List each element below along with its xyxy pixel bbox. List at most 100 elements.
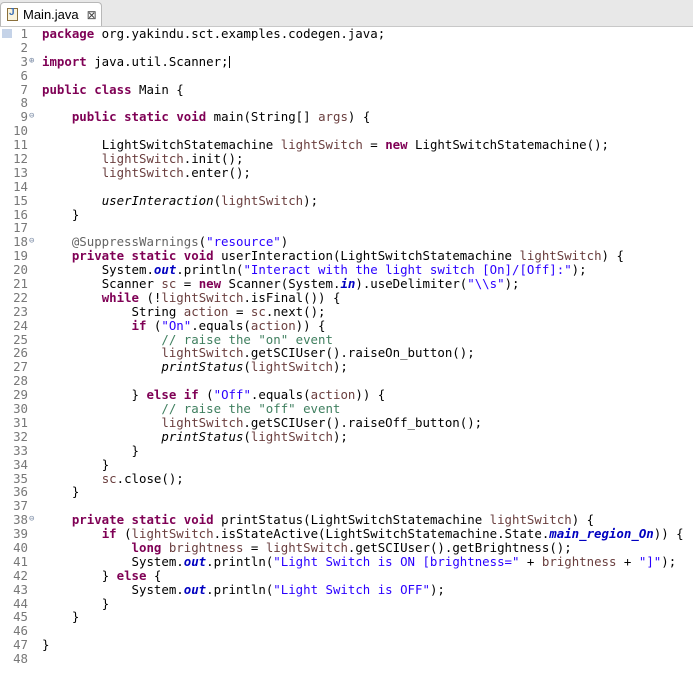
line-number: 24 [13,317,28,333]
code-text: } [71,484,80,500]
code-text: )) { [355,387,386,403]
string-literal: "\\s" [467,276,505,292]
line-number: 42 [13,567,28,583]
code-text: org.yakindu.sct.examples.codegen.java; [94,26,386,41]
code-line: 12 lightSwitch.init(); [0,152,693,166]
code-text: ( [213,192,222,208]
code-line: 35 sc.close(); [0,471,693,486]
code-text: = [228,303,251,319]
keyword: new [198,276,222,292]
code-text: ( [146,317,162,333]
code-text: String [131,303,184,319]
line-number: 26 [13,345,28,361]
variable: action [250,317,296,333]
variable: action [310,387,356,403]
keyword: else [116,567,147,583]
code-line: 44 } [0,595,693,611]
fold-expand-icon[interactable]: ⊕ [29,55,39,69]
fold-collapse-icon[interactable]: ⊖ [29,513,39,527]
code-text: } [131,387,147,403]
line-number: 44 [13,595,28,611]
code-line: 16 } [0,207,693,222]
code-line: 31 lightSwitch.getSCIUser().raiseOff_but… [0,414,693,430]
fold-collapse-icon[interactable]: ⊖ [29,235,39,249]
code-text: ); [571,262,587,278]
code-text: .init(); [183,151,244,167]
keyword: void [183,512,214,528]
keyword: if [101,526,117,542]
string-literal: "Interact with the light switch [On]/[Of… [243,262,572,278]
code-line: 10 [0,124,693,138]
line-number: 31 [13,414,28,430]
code-text: + [519,553,542,569]
comment: // raise the "on" event [161,331,333,347]
tab-main-java[interactable]: Main.java ⊠ [0,2,102,26]
code-area[interactable]: 1 package org.yakindu.sct.examples.codeg… [0,27,693,666]
method-call: userInteraction [101,192,214,208]
code-line: 13 lightSwitch.enter(); [0,165,693,180]
code-line: 2 [0,40,693,55]
code-line: 23 String action = sc.next(); [0,303,693,319]
code-text: = [176,276,199,292]
variable: lightSwitch [519,248,602,264]
keyword: private [71,248,125,264]
code-text: ); [429,581,445,597]
line-number: 8 [20,95,28,111]
line-number: 21 [13,276,28,292]
string-literal: "resource" [206,234,281,250]
code-text: .equals( [191,317,251,333]
variable: lightSwitch [161,414,244,430]
variable: lightSwitch [221,192,304,208]
line-number: 27 [13,359,28,375]
code-text: )) { [653,526,684,542]
code-text: .getSCIUser().raiseOn_button(); [243,345,475,361]
code-editor[interactable]: Main.java ⊠ 1 package org.yakindu.sct.ex… [0,0,693,672]
close-icon[interactable]: ⊠ [87,8,97,22]
code-line: 32 printStatus(lightSwitch); [0,429,693,444]
line-number: 40 [13,539,28,555]
line-number: 6 [20,67,28,83]
code-text: System. [101,262,154,278]
code-line: 15 userInteraction(lightSwitch); [0,192,693,208]
keyword: package [42,26,95,41]
keyword: private [71,512,125,528]
variable: sc [161,276,177,292]
code-line: 48 [0,652,693,666]
keyword: static [131,512,177,528]
line-number: 43 [13,581,28,597]
code-text: System. [131,553,184,569]
variable: lightSwitch [101,151,184,167]
line-number: 10 [13,123,28,139]
code-text: )) { [295,317,326,333]
line-number: 18 [13,234,28,250]
code-text: ); [504,276,520,292]
line-number: 12 [13,151,28,167]
code-line: 18 ⊖ @SuppressWarnings("resource") [0,235,693,249]
code-text: } [101,456,110,472]
code-text: ); [332,359,348,375]
keyword: if [183,387,199,403]
code-line: 28 [0,374,693,388]
code-text: userInteraction(LightSwitchStatemachine [213,248,520,264]
variable: lightSwitch [161,345,244,361]
code-line: 7 public class Main { [0,82,693,97]
line-number: 48 [13,651,28,667]
code-line: 21 Scanner sc = new Scanner(System.in).u… [0,277,693,291]
line-number: 38 [13,512,28,528]
code-line: 40 long brightness = lightSwitch.getSCIU… [0,541,693,555]
code-line: 25 // raise the "on" event [0,331,693,347]
code-line: 27 printStatus(lightSwitch); [0,360,693,374]
keyword: static [124,109,169,125]
code-line: 26 lightSwitch.getSCIUser().raiseOn_butt… [0,346,693,360]
code-text: ( [116,526,132,542]
code-text: ) { [347,109,371,125]
fold-collapse-icon[interactable]: ⊖ [29,110,39,124]
line-number: 1 [20,26,28,41]
code-line: 8 [0,96,693,110]
code-text: ).useDelimiter( [355,276,468,292]
line-number: 17 [13,220,28,236]
code-text: .getSCIUser().getBrightness(); [347,539,572,555]
code-line: 41 System.out.println("Light Switch is O… [0,553,693,569]
